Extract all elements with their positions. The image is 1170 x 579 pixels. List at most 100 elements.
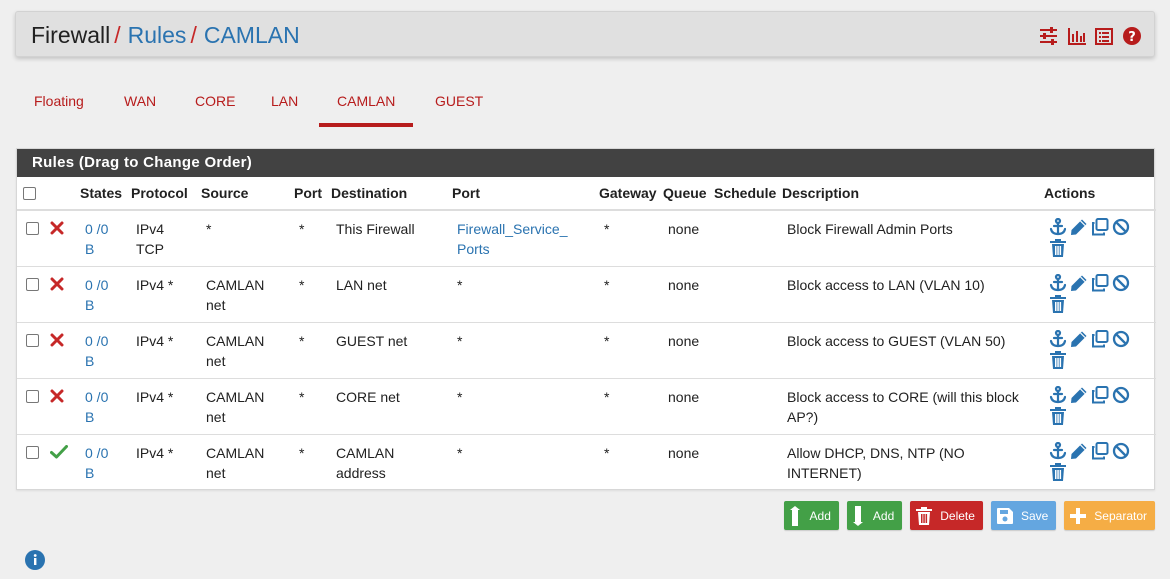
copy-icon[interactable] — [1090, 385, 1109, 404]
protocol-cell: IPv4 * — [136, 388, 174, 405]
source-cell: CAMLAN net — [206, 332, 265, 369]
add-top-button[interactable]: Add — [783, 501, 839, 530]
destination-cell: GUEST net — [336, 332, 408, 349]
trash-icon[interactable] — [1048, 239, 1067, 257]
copy-icon[interactable] — [1090, 218, 1109, 236]
action-buttons: Add Add Delete Save Separator — [783, 501, 1155, 530]
source-port-cell: * — [299, 444, 305, 461]
tab-guest[interactable]: GUEST — [417, 88, 501, 127]
rule-row[interactable]: 0 /0 B IPv4 * CAMLAN net * CAMLAN address * * none… — [17, 433, 1156, 490]
rule-row[interactable]: 0 /0 B IPv4 * CAMLAN net * CORE net * * none Block… — [17, 377, 1156, 434]
block-x-icon[interactable] — [50, 277, 64, 294]
row-actions — [1048, 441, 1130, 481]
copy-icon[interactable] — [1090, 329, 1109, 348]
copy-icon[interactable] — [1090, 441, 1109, 460]
add-bottom-button[interactable]: Add — [846, 501, 903, 530]
table-header-row: States Protocol Source Port Destination … — [17, 177, 1156, 211]
row-checkbox[interactable] — [26, 277, 39, 291]
states-link[interactable]: 0 /0 B — [85, 333, 108, 369]
info-icon[interactable] — [25, 550, 45, 570]
source-cell: CAMLAN net — [206, 276, 265, 313]
breadcrumb: Firewall / Rules / CAMLAN — [31, 22, 300, 49]
states-link[interactable]: 0 /0 B — [85, 221, 108, 257]
pencil-icon[interactable] — [1069, 442, 1088, 460]
bar-chart-icon[interactable] — [1066, 26, 1086, 46]
anchor-icon[interactable] — [1048, 218, 1067, 236]
block-x-icon[interactable] — [50, 389, 64, 406]
rule-row[interactable]: 0 /0 B IPv4 TCP * * This Firewall Firewall_Serv… — [17, 210, 1156, 266]
tab-floating[interactable]: Floating — [16, 88, 102, 127]
delete-button[interactable]: Delete — [910, 501, 983, 530]
breadcrumb-interface[interactable]: CAMLAN — [204, 22, 300, 48]
destination-port-cell: * — [457, 332, 463, 349]
list-icon[interactable] — [1094, 26, 1114, 46]
row-checkbox[interactable] — [26, 333, 39, 347]
block-x-icon[interactable] — [50, 333, 64, 350]
header-icons: ? — [1038, 26, 1142, 46]
disable-icon[interactable] — [1111, 386, 1130, 404]
pencil-icon[interactable] — [1069, 274, 1088, 292]
description-cell: Block access to CORE (will this block AP… — [787, 388, 1019, 425]
disable-icon[interactable] — [1111, 330, 1130, 348]
description-cell: Allow DHCP, DNS, NTP (NO INTERNET) — [787, 444, 965, 481]
anchor-icon[interactable] — [1048, 385, 1067, 404]
trash-icon[interactable] — [1048, 406, 1067, 425]
col-protocol: Protocol — [127, 177, 197, 211]
col-description: Description — [778, 177, 1040, 211]
states-link[interactable]: 0 /0 B — [85, 445, 108, 481]
disable-icon[interactable] — [1111, 218, 1130, 236]
source-cell: * — [206, 221, 212, 237]
plus-icon — [1070, 507, 1087, 524]
anchor-icon[interactable] — [1048, 441, 1067, 460]
col-source: Source — [197, 177, 290, 211]
pass-check-icon[interactable] — [50, 444, 68, 462]
trash-icon[interactable] — [1048, 462, 1067, 481]
trash-icon — [916, 506, 933, 525]
breadcrumb-firewall: Firewall — [31, 22, 111, 48]
disable-icon[interactable] — [1111, 442, 1130, 460]
select-all-checkbox[interactable] — [23, 186, 36, 200]
tab-lan[interactable]: LAN — [253, 88, 316, 127]
pencil-icon[interactable] — [1069, 330, 1088, 348]
breadcrumb-rules[interactable]: Rules — [128, 22, 187, 48]
gateway-cell: * — [604, 388, 610, 405]
add-bottom-label: Add — [872, 508, 895, 523]
copy-icon[interactable] — [1090, 273, 1109, 292]
states-link[interactable]: 0 /0 B — [85, 277, 108, 313]
pencil-icon[interactable] — [1069, 218, 1088, 236]
queue-cell: none — [668, 388, 700, 405]
help-icon[interactable]: ? — [1122, 26, 1142, 46]
col-gateway: Gateway — [595, 177, 659, 211]
separator-button[interactable]: Separator — [1064, 501, 1155, 530]
breadcrumb-separator: / — [114, 22, 121, 48]
rule-row[interactable]: 0 /0 B IPv4 * CAMLAN net * GUEST net * * none Bloc… — [17, 321, 1156, 378]
destination-cell: CORE net — [336, 388, 400, 405]
trash-icon[interactable] — [1048, 294, 1067, 313]
rule-row[interactable]: 0 /0 B IPv4 * CAMLAN net * LAN net * * none Block … — [17, 265, 1156, 322]
trash-icon[interactable] — [1048, 350, 1067, 369]
anchor-icon[interactable] — [1048, 273, 1067, 292]
disable-icon[interactable] — [1111, 274, 1130, 292]
rules-body: 0 /0 B IPv4 TCP * * This Firewall Firewall_Serv… — [17, 210, 1156, 490]
breadcrumb-separator: / — [190, 22, 197, 48]
block-x-icon[interactable] — [50, 221, 64, 238]
anchor-icon[interactable] — [1048, 329, 1067, 348]
save-button[interactable]: Save — [990, 501, 1057, 530]
states-link[interactable]: 0 /0 B — [85, 389, 108, 425]
tab-camlan[interactable]: CAMLAN — [319, 88, 414, 127]
row-checkbox[interactable] — [26, 222, 39, 235]
tab-wan[interactable]: WAN — [106, 88, 174, 127]
row-checkbox[interactable] — [26, 389, 39, 403]
col-destination: Destination — [327, 177, 448, 211]
sliders-icon[interactable] — [1038, 26, 1058, 46]
col-schedule: Schedule — [710, 177, 778, 211]
destination-cell: CAMLAN address — [336, 444, 395, 481]
destination-port-cell[interactable]: Firewall_Service_ Ports — [457, 221, 567, 257]
tab-core[interactable]: CORE — [177, 88, 253, 127]
gateway-cell: * — [604, 444, 610, 461]
pencil-icon[interactable] — [1069, 386, 1088, 404]
protocol-cell: IPv4 * — [136, 332, 174, 349]
col-destination-port: Port — [448, 177, 595, 211]
row-checkbox[interactable] — [26, 445, 39, 459]
queue-cell: none — [668, 276, 700, 293]
